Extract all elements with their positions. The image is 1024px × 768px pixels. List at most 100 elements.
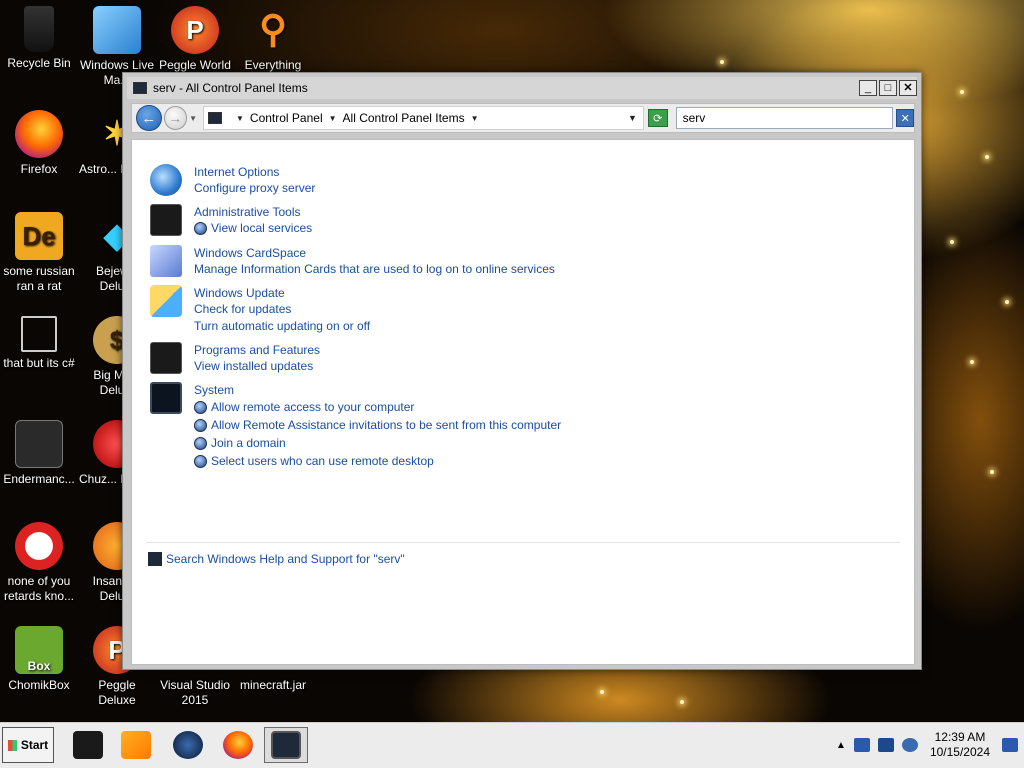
desktop-icon-label: Visual Studio 2015 — [160, 678, 230, 707]
recycle-bin-icon — [24, 6, 54, 52]
show-hidden-icons-button[interactable]: ▲ — [836, 740, 846, 751]
maximize-button[interactable]: □ — [879, 80, 897, 96]
help-icon — [148, 552, 162, 566]
desktop-icon-csharp[interactable]: that but its c# — [0, 316, 78, 371]
clear-search-button[interactable]: ✕ — [896, 109, 915, 127]
chevron-down-icon[interactable]: ▼ — [329, 114, 337, 123]
allow-remote-assistance-link[interactable]: Allow Remote Assistance invitations to b… — [211, 418, 561, 432]
windows-flag-icon — [7, 739, 17, 751]
peggle-world-icon: P — [171, 6, 219, 54]
close-button[interactable]: ✕ — [899, 80, 917, 96]
network-tray-icon[interactable] — [853, 738, 870, 752]
check-for-updates-link[interactable]: Check for updates — [194, 302, 291, 316]
start-button[interactable]: Start — [2, 727, 54, 763]
desktop-icon-red-dino[interactable]: none of you retards kno... — [0, 522, 78, 604]
programs-features-link[interactable]: Programs and Features — [194, 343, 320, 357]
sparkle — [680, 700, 684, 704]
shield-icon — [194, 418, 207, 432]
allow-remote-access-link[interactable]: Allow remote access to your computer — [211, 400, 414, 414]
windows-update-icon — [150, 285, 182, 317]
system-tray: ▲ 12:39 AM 10/15/2024 — [836, 727, 1022, 763]
volume-tray-icon[interactable] — [901, 738, 918, 752]
breadcrumb-control-panel[interactable]: Control Panel — [250, 111, 323, 125]
control-panel-icon — [133, 82, 147, 94]
sparkle — [985, 155, 989, 159]
desktop-icon-endermanch[interactable]: Endermanc... — [0, 420, 78, 487]
desktop-icon-label: Peggle Deluxe — [98, 678, 136, 707]
clock-time: 12:39 AM — [934, 730, 986, 744]
everything-search-icon: ⚲ — [259, 8, 287, 51]
control-panel-icon — [271, 731, 301, 759]
sparkle — [600, 690, 604, 694]
desktop-icon-everything[interactable]: ⚲ Everything — [234, 6, 312, 73]
desktop-icon-de[interactable]: De some russian ran a rat — [0, 212, 78, 294]
windows-cardspace-link[interactable]: Windows CardSpace — [194, 246, 306, 260]
taskbar: Start ▲ 12:39 AM 10/15/2024 — [0, 722, 1024, 768]
clock[interactable]: 12:39 AM 10/15/2024 — [930, 730, 990, 760]
internet-options-link[interactable]: Internet Options — [194, 165, 279, 179]
desktop-icon-label: Everything — [244, 58, 302, 72]
sparkle — [990, 470, 994, 474]
taskbar-admin-tools[interactable] — [66, 727, 110, 763]
firefox-icon — [15, 110, 63, 158]
windows-update-link[interactable]: Windows Update — [194, 286, 285, 300]
desktop-icon-recycle-bin[interactable]: Recycle Bin — [0, 6, 78, 71]
cardspace-icon — [150, 245, 182, 277]
desktop-icon-label: Endermanc... — [3, 472, 75, 486]
recent-pages-dropdown[interactable]: ▼ — [189, 114, 197, 123]
turn-automatic-updating-link[interactable]: Turn automatic updating on or off — [194, 319, 370, 333]
display-tray-icon[interactable] — [877, 738, 894, 752]
refresh-button[interactable]: ⟳ — [647, 109, 668, 127]
address-history-dropdown[interactable]: ▼ — [628, 113, 637, 123]
copy-windows-icon — [21, 316, 57, 352]
control-panel-window: serv - All Control Panel Items _ □ ✕ ← →… — [122, 72, 922, 670]
view-installed-updates-link[interactable]: View installed updates — [194, 359, 313, 373]
desktop-icon-label: that but its c# — [3, 356, 75, 370]
shield-icon — [194, 400, 207, 414]
arrow-right-icon: → — [168, 110, 183, 126]
desktop-icon-peggle-world[interactable]: P Peggle World — [156, 6, 234, 73]
configure-proxy-link[interactable]: Configure proxy server — [194, 181, 315, 195]
desktop-icon-label: some russian ran a rat — [3, 264, 75, 293]
taskbar-control-panel[interactable] — [264, 727, 308, 763]
back-button[interactable]: ← — [136, 105, 162, 131]
help-search-row: Search Windows Help and Support for "ser… — [148, 552, 405, 566]
breadcrumb-all-items[interactable]: All Control Panel Items — [343, 111, 465, 125]
minimize-button[interactable]: _ — [859, 80, 877, 96]
notification-tray-icon[interactable] — [1002, 738, 1018, 752]
search-input[interactable] — [675, 107, 894, 129]
forward-button[interactable]: → — [163, 106, 188, 130]
desktop-icon-firefox[interactable]: Firefox — [0, 110, 78, 177]
administrative-tools-link[interactable]: Administrative Tools — [194, 205, 301, 219]
refresh-icon: ⟳ — [653, 112, 663, 125]
start-label: Start — [20, 738, 49, 752]
select-remote-users-link[interactable]: Select users who can use remote desktop — [211, 454, 434, 468]
desktop-icon-label: ChomikBox — [8, 678, 70, 692]
chevron-down-icon[interactable]: ▼ — [471, 114, 479, 123]
chomikbox-icon: Box — [15, 626, 63, 674]
red-dino-icon — [15, 522, 63, 570]
de-icon: De — [15, 212, 63, 260]
taskbar-media-player[interactable] — [114, 727, 158, 763]
sparkle — [970, 360, 974, 364]
divider — [146, 542, 900, 543]
arrow-left-icon: ← — [141, 109, 157, 127]
firefox-icon — [223, 731, 253, 759]
desktop-icon-chomikbox[interactable]: Box ChomikBox — [0, 626, 78, 693]
sparkle — [960, 90, 964, 94]
breadcrumb[interactable]: ▼ Control Panel ▼ All Control Panel Item… — [202, 106, 644, 130]
manage-information-cards-link[interactable]: Manage Information Cards that are used t… — [194, 262, 555, 276]
chevron-down-icon[interactable]: ▼ — [236, 114, 244, 123]
taskbar-globe[interactable] — [166, 727, 210, 763]
control-panel-icon — [207, 112, 222, 124]
taskbar-firefox[interactable] — [216, 727, 260, 763]
results-pane: Internet Options Configure proxy server … — [131, 139, 915, 665]
title-bar[interactable]: serv - All Control Panel Items _ □ ✕ — [127, 77, 917, 99]
shield-icon — [194, 436, 207, 450]
join-domain-link[interactable]: Join a domain — [211, 436, 286, 450]
globe-icon — [173, 731, 203, 759]
system-link[interactable]: System — [194, 383, 234, 397]
search-windows-help-link[interactable]: Search Windows Help and Support for "ser… — [166, 552, 405, 566]
view-local-services-link[interactable]: View local services — [211, 221, 312, 235]
windows-live-mail-icon — [93, 6, 141, 54]
